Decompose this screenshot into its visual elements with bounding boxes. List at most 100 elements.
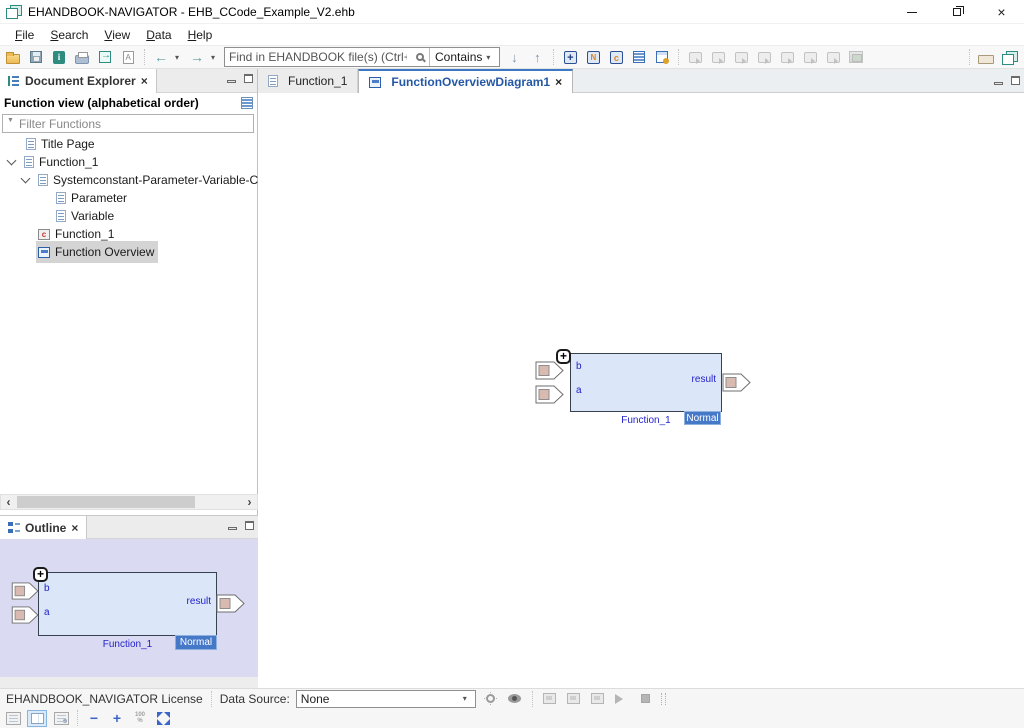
restore-button[interactable]: [934, 0, 979, 24]
document-icon: [24, 156, 34, 168]
maximize-panel-icon[interactable]: [1011, 76, 1020, 85]
maximize-panel-icon[interactable]: [245, 521, 254, 530]
function-block[interactable]: b a result: [570, 353, 722, 412]
minimize-panel-icon[interactable]: [994, 82, 1003, 85]
title-bar: EHANDBOOK-NAVIGATOR - EHB_CCode_Example_…: [0, 0, 1024, 24]
input-port[interactable]: [11, 606, 40, 624]
perspective-button[interactable]: [1000, 47, 1018, 67]
forward-button[interactable]: [188, 47, 206, 67]
zoom-100-button[interactable]: [131, 708, 149, 728]
minimize-button[interactable]: [889, 0, 934, 24]
scroll-right-icon[interactable]: ›: [242, 495, 257, 509]
table-config-button[interactable]: [653, 47, 671, 67]
find-previous-button[interactable]: [528, 47, 546, 67]
editor-area: Function_1 FunctionOverviewDiagram1 b a …: [258, 69, 1024, 688]
zoom-out-button[interactable]: [85, 708, 103, 728]
tree-item-function-1[interactable]: Function_1: [0, 153, 258, 171]
list-view-button[interactable]: [630, 47, 648, 67]
tree-item-title-page[interactable]: Title Page: [0, 135, 258, 153]
add-function-button[interactable]: [561, 47, 579, 67]
chevron-expanded-icon[interactable]: [7, 155, 17, 165]
view-menu-icon[interactable]: [241, 97, 253, 109]
print-button[interactable]: [73, 47, 91, 67]
export-diagram-button-2: [709, 47, 727, 67]
menu-data[interactable]: Data: [139, 26, 178, 44]
outline-canvas[interactable]: b a result Function_1 Normal: [0, 539, 258, 677]
keyboard-shortcuts-button[interactable]: [977, 47, 995, 67]
single-page-view-button[interactable]: [4, 708, 22, 728]
forward-history-dropdown[interactable]: [211, 53, 219, 62]
function-code-button[interactable]: [607, 47, 625, 67]
input-port[interactable]: [535, 385, 565, 404]
minimize-icon: [907, 12, 917, 13]
filter-functions-input[interactable]: [19, 116, 249, 131]
data-source-settings-button[interactable]: [482, 689, 500, 709]
match-mode-dropdown[interactable]: Contains: [430, 48, 499, 66]
zoom-in-button[interactable]: [108, 708, 126, 728]
export-pdf-button[interactable]: [119, 47, 137, 67]
tab-document-explorer[interactable]: Document Explorer: [0, 69, 157, 93]
maximize-panel-icon[interactable]: [244, 74, 253, 83]
function-view-header: Function view (alphabetical order): [0, 93, 257, 113]
tree-item-variable[interactable]: Variable: [0, 207, 258, 225]
diagram-canvas[interactable]: b a result Function_1 Normal: [258, 93, 1024, 688]
close-icon[interactable]: [555, 76, 562, 88]
chevron-expanded-icon[interactable]: [21, 173, 31, 183]
tree-item-parameter[interactable]: Parameter: [0, 189, 258, 207]
data-source-view-button[interactable]: [506, 689, 524, 709]
toolbar-separator: [144, 49, 145, 65]
fn-arrow-icon-2: [712, 52, 725, 63]
save-button[interactable]: [27, 47, 45, 67]
zoom-out-icon: [90, 710, 98, 726]
arrow-up-box-icon: [804, 52, 817, 63]
output-port[interactable]: [216, 594, 246, 613]
export-button[interactable]: [96, 47, 114, 67]
find-input[interactable]: [225, 48, 411, 66]
book-view-button-selected[interactable]: [27, 710, 47, 727]
tree-item-function-overview[interactable]: Function Overview: [0, 243, 258, 261]
output-port[interactable]: [722, 373, 752, 392]
forward-icon: [190, 49, 204, 65]
function-block[interactable]: b a result: [38, 572, 217, 636]
input-port[interactable]: [11, 582, 40, 600]
tree-item-systemconstant[interactable]: Systemconstant-Parameter-Variable-Ch: [0, 171, 258, 189]
minimize-panel-icon[interactable]: [227, 80, 236, 83]
add-function-chip-icon: [564, 51, 577, 64]
close-icon[interactable]: [71, 522, 78, 534]
tab-function-overview-diagram1[interactable]: FunctionOverviewDiagram1: [358, 69, 573, 93]
close-icon[interactable]: [141, 75, 148, 87]
find-box: Contains: [224, 47, 500, 67]
menu-help[interactable]: Help: [181, 26, 220, 44]
scroll-left-icon[interactable]: ‹: [1, 495, 16, 509]
back-history-dropdown[interactable]: [175, 53, 183, 62]
function-navigate-button[interactable]: [584, 47, 602, 67]
document-icon: [38, 174, 48, 186]
window-grid-icon: [567, 693, 580, 704]
expand-children-button[interactable]: [556, 349, 571, 364]
menu-search[interactable]: Search: [43, 26, 95, 44]
data-source-select[interactable]: None: [296, 690, 476, 708]
menu-view[interactable]: View: [97, 26, 137, 44]
scrollbar-thumb[interactable]: [17, 496, 195, 508]
back-button[interactable]: [152, 47, 170, 67]
tab-outline[interactable]: Outline: [0, 516, 87, 540]
explorer-horizontal-scrollbar[interactable]: ‹ ›: [0, 494, 258, 510]
find-next-button[interactable]: [505, 47, 523, 67]
menu-bar: File Search View Data Help: [0, 24, 1024, 45]
function-view-title: Function view (alphabetical order): [4, 96, 199, 110]
minimize-panel-icon[interactable]: [228, 527, 237, 530]
reader-view-button[interactable]: [52, 708, 70, 728]
expand-children-button[interactable]: [33, 567, 48, 582]
export-up-button: [801, 47, 819, 67]
close-button[interactable]: ×: [979, 0, 1024, 24]
input-label-b: b: [44, 583, 50, 594]
open-button[interactable]: [4, 47, 22, 67]
window-title: EHANDBOOK-NAVIGATOR - EHB_CCode_Example_…: [28, 5, 355, 19]
find-next-icon: [511, 50, 518, 65]
tab-function-1[interactable]: Function_1: [258, 69, 358, 93]
ehandbook-info-button[interactable]: [50, 47, 68, 67]
output-label-result: result: [692, 374, 716, 385]
menu-file[interactable]: File: [8, 26, 41, 44]
fit-to-screen-button[interactable]: [154, 708, 172, 728]
experiment-window-button-3: [589, 689, 607, 709]
